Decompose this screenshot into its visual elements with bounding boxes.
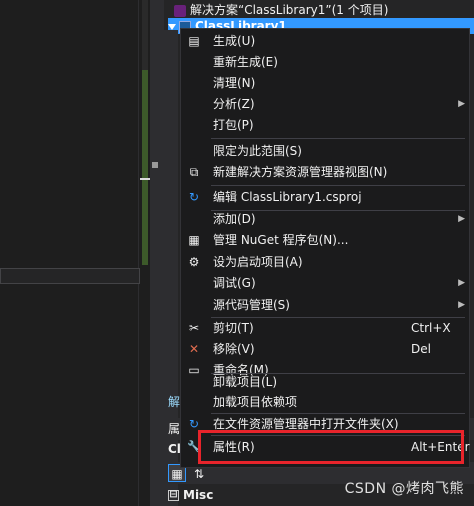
menu-item-label: 添加(D) (213, 212, 256, 226)
menu-item-label: 限定为此范围(S) (213, 144, 302, 158)
editor-divider (138, 0, 139, 506)
misc-category[interactable]: ⊟ Misc (168, 486, 213, 504)
menu-item-label: 卸载项目(L) (213, 375, 278, 389)
menu-item-label: 加载项目依赖项 (213, 395, 298, 409)
open-folder-icon: ↻ (188, 417, 200, 431)
expand-triangle-icon[interactable] (168, 23, 176, 30)
menu-item-remove[interactable]: ✕ 移除(V) Del (181, 339, 469, 360)
menu-item-load-dependencies[interactable]: 加载项目依赖项 (181, 392, 469, 413)
project-context-menu: ▤ 生成(U) 重新生成(E) 清理(N) 分析(Z) ▶ 打包(P) 限定为此… (180, 28, 470, 468)
menu-item-add[interactable]: 添加(D) ▶ (181, 209, 469, 230)
annotation-highlight-box (198, 430, 464, 464)
menu-separator (211, 185, 465, 186)
menu-item-label: 分析(Z) (213, 97, 255, 111)
menu-item-unload-project[interactable]: 卸载项目(L) (181, 372, 469, 393)
menu-item-pack[interactable]: 打包(P) (181, 115, 469, 136)
menu-item-rebuild[interactable]: 重新生成(E) (181, 52, 469, 73)
menu-item-label: 剪切(T) (213, 321, 254, 335)
menu-item-shortcut: Del (411, 342, 431, 356)
menu-item-new-view[interactable]: ⧉ 新建解决方案资源管理器视图(N) (181, 162, 469, 183)
solution-node[interactable]: 解决方案“ClassLibrary1”(1 个项目) (174, 2, 388, 18)
editor-area (0, 0, 164, 506)
menu-item-shortcut: Ctrl+X (411, 321, 451, 335)
scroll-track-top (142, 0, 148, 70)
menu-item-label: 管理 NuGet 程序包(N)... (213, 233, 349, 247)
menu-item-debug[interactable]: 调试(G) ▶ (181, 273, 469, 294)
menu-item-analyze[interactable]: 分析(Z) ▶ (181, 94, 469, 115)
new-view-icon: ⧉ (189, 165, 199, 179)
menu-item-label: 新建解决方案资源管理器视图(N) (213, 165, 388, 179)
menu-item-label: 编辑 ClassLibrary1.csproj (213, 190, 362, 204)
menu-item-cut[interactable]: ✂ 剪切(T) Ctrl+X (181, 318, 469, 339)
nuget-icon: ▦ (188, 233, 200, 247)
menu-item-label: 源代码管理(S) (213, 298, 290, 312)
menu-item-set-startup[interactable]: ⚙ 设为启动项目(A) (181, 252, 469, 273)
submenu-arrow-icon: ▶ (458, 99, 465, 109)
menu-item-clean[interactable]: 清理(N) (181, 73, 469, 94)
menu-item-manage-nuget[interactable]: ▦ 管理 NuGet 程序包(N)... (181, 230, 469, 251)
menu-item-label: 清理(N) (213, 76, 256, 90)
menu-item-label: 调试(G) (213, 276, 256, 290)
scroll-thumb[interactable] (152, 162, 158, 168)
watermark: CSDN @烤肉飞熊 (344, 481, 464, 497)
submenu-arrow-icon: ▶ (458, 300, 465, 310)
properties-object-label[interactable]: Cl (168, 441, 181, 457)
solution-icon (174, 4, 186, 17)
edit-refresh-icon: ↻ (188, 190, 200, 204)
scissors-icon: ✂ (188, 321, 200, 335)
editor-input-bar[interactable] (0, 268, 140, 284)
menu-item-build[interactable]: ▤ 生成(U) (181, 31, 469, 52)
menu-item-source-control[interactable]: 源代码管理(S) ▶ (181, 295, 469, 316)
gear-icon: ⚙ (188, 255, 200, 269)
menu-item-label: 生成(U) (213, 34, 256, 48)
submenu-arrow-icon: ▶ (458, 278, 465, 288)
menu-separator (211, 138, 465, 139)
submenu-arrow-icon: ▶ (458, 214, 465, 224)
menu-item-label: 设为启动项目(A) (213, 255, 303, 269)
editor-scrollbar[interactable] (150, 0, 164, 506)
menu-item-edit-csproj[interactable]: ↻ 编辑 ClassLibrary1.csproj (181, 187, 469, 208)
properties-title: 属 (168, 422, 181, 436)
menu-item-scope-to-this[interactable]: 限定为此范围(S) (181, 141, 469, 162)
menu-item-label: 打包(P) (213, 118, 254, 132)
build-icon: ▤ (188, 34, 200, 48)
remove-icon: ✕ (188, 342, 200, 356)
solution-label: 解决方案“ClassLibrary1”(1 个项目) (190, 3, 389, 17)
change-marker-bar (142, 70, 148, 265)
menu-item-label: 移除(V) (213, 342, 255, 356)
collapse-icon[interactable]: ⊟ (168, 490, 179, 501)
menu-item-label: 重新生成(E) (213, 55, 278, 69)
misc-label: Misc (183, 488, 214, 502)
solution-explorer-tab-label[interactable]: 解 (168, 394, 180, 410)
